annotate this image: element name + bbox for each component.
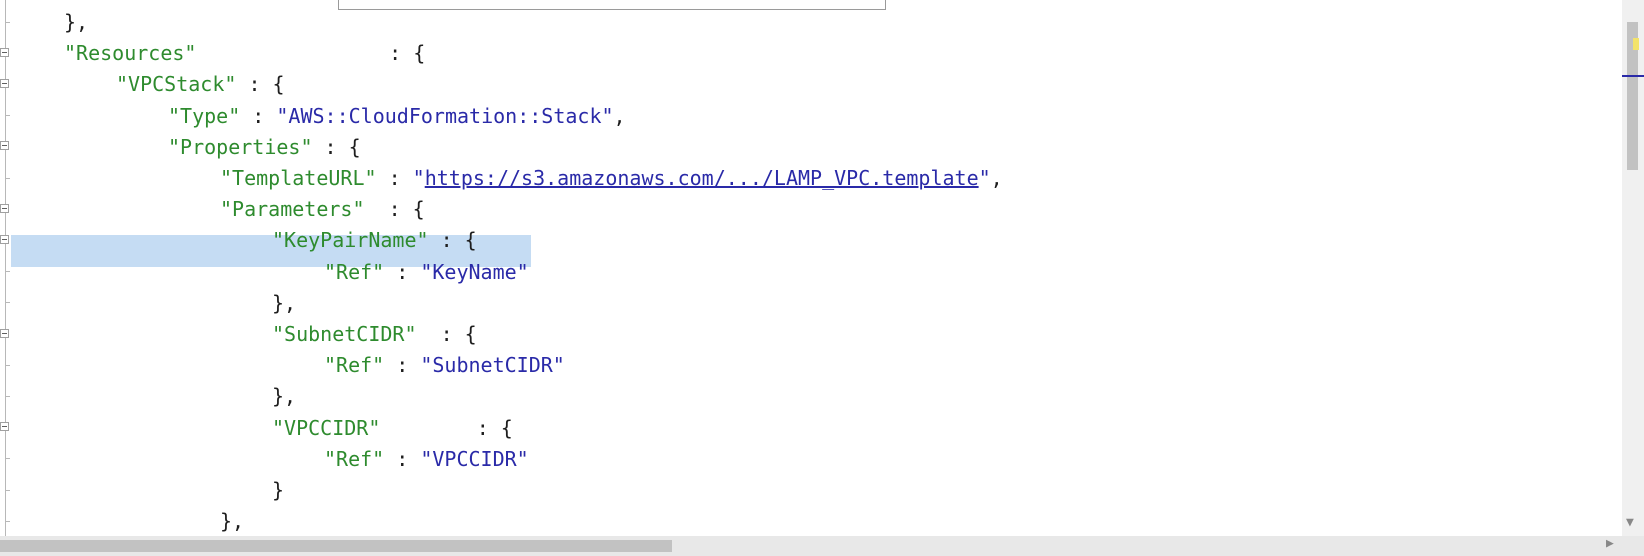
punctuation: , [613, 103, 626, 128]
punctuation: : { [380, 415, 513, 440]
template-url-link[interactable]: https://s3.amazonaws.com/.../LAMP_VPC.te… [425, 166, 979, 190]
json-key: "VPCCIDR" [272, 415, 381, 440]
json-key: "SubnetCIDR" [272, 322, 417, 346]
fold-guide-tick [5, 458, 10, 460]
json-key: "KeyPairName" [272, 228, 429, 253]
json-key: "Ref" [324, 446, 385, 471]
code-line[interactable]: "Type" : "AWS::CloudFormation::Stack", [168, 100, 626, 132]
code-line[interactable]: }, [220, 505, 244, 536]
code-line[interactable]: "TemplateURL" : "https://s3.amazonaws.co… [220, 162, 1003, 194]
json-key: "Parameters" [220, 197, 365, 222]
punctuation: : [384, 353, 421, 378]
horizontal-scroll-thumb[interactable] [0, 540, 672, 552]
punctuation: : [376, 166, 413, 190]
fold-toggle-icon[interactable] [0, 141, 9, 151]
code-line[interactable]: "Ref" : "KeyName" [324, 256, 529, 288]
fold-guide-tick [5, 21, 10, 23]
punctuation: , [990, 166, 1003, 190]
punctuation: } [272, 478, 285, 502]
fold-guide-tick [5, 364, 10, 366]
fold-guide-tick [5, 520, 10, 522]
fold-guide-tick [5, 489, 10, 491]
punctuation: }, [220, 509, 245, 534]
code-line[interactable]: "Properties" : { [168, 131, 361, 163]
json-string: "KeyName" [420, 259, 529, 284]
json-key: "Resources" [64, 41, 197, 66]
punctuation: : [384, 446, 421, 471]
fold-guide-tick [5, 302, 10, 304]
punctuation: : { [312, 134, 361, 159]
caret-position-marker [1622, 75, 1644, 77]
json-key: "Ref" [324, 259, 385, 284]
json-string: "SubnetCIDR" [420, 353, 565, 378]
json-key: "Properties" [168, 134, 313, 159]
code-line[interactable]: "Ref" : "VPCCIDR" [324, 443, 529, 475]
punctuation: : { [364, 197, 425, 222]
code-line[interactable]: "KeyPairName" : { [272, 224, 477, 256]
json-key: "TemplateURL" [220, 166, 377, 190]
code-line[interactable]: } [272, 474, 284, 506]
json-string: " [412, 166, 425, 190]
json-string: "VPCCIDR" [420, 446, 529, 471]
code-line[interactable]: "SubnetCIDR" : { [272, 318, 477, 350]
fold-toggle-icon[interactable] [0, 422, 9, 432]
fold-toggle-icon[interactable] [0, 203, 9, 213]
fold-toggle-icon[interactable] [0, 79, 9, 88]
punctuation: : { [428, 228, 477, 253]
code-line[interactable]: "Resources" : { [64, 37, 425, 69]
fold-toggle-icon[interactable] [0, 47, 9, 57]
code-editor[interactable]: }, "Resources" : {"VPCStack" : {"Type" : … [0, 0, 1622, 536]
fold-guide-tick [5, 271, 10, 273]
code-line[interactable]: }, [272, 287, 296, 319]
code-line[interactable]: "Parameters" : { [220, 193, 425, 225]
punctuation: }, [64, 10, 89, 34]
json-key: "VPCStack" [116, 72, 237, 97]
punctuation: }, [272, 290, 297, 315]
punctuation: : { [236, 72, 285, 97]
fold-guide-tick [5, 177, 10, 179]
fold-guide-tick [5, 396, 10, 397]
json-string: " [978, 166, 991, 190]
punctuation: : { [416, 322, 477, 346]
code-line[interactable]: "VPCStack" : { [116, 68, 285, 100]
scroll-right-arrow-icon[interactable]: ▶ [1606, 536, 1614, 551]
punctuation: : [384, 259, 421, 284]
scroll-down-arrow-icon[interactable]: ▼ [1626, 515, 1634, 530]
fold-toggle-icon[interactable] [0, 235, 9, 244]
punctuation: }, [272, 384, 297, 409]
code-line[interactable]: }, [272, 380, 296, 412]
code-line[interactable]: "Ref" : "SubnetCIDR" [324, 349, 565, 381]
change-marker [1633, 38, 1639, 50]
top-comment-box [338, 0, 886, 10]
json-string: "AWS::CloudFormation::Stack" [276, 103, 614, 128]
punctuation: : { [196, 41, 426, 66]
code-line[interactable]: "VPCCIDR" : { [272, 412, 513, 444]
json-key: "Ref" [324, 353, 385, 378]
json-key: "Type" [168, 103, 241, 128]
punctuation: : [240, 103, 277, 128]
fold-guide-tick [5, 115, 10, 117]
fold-toggle-icon[interactable] [0, 328, 9, 338]
code-line[interactable]: }, [64, 6, 88, 38]
